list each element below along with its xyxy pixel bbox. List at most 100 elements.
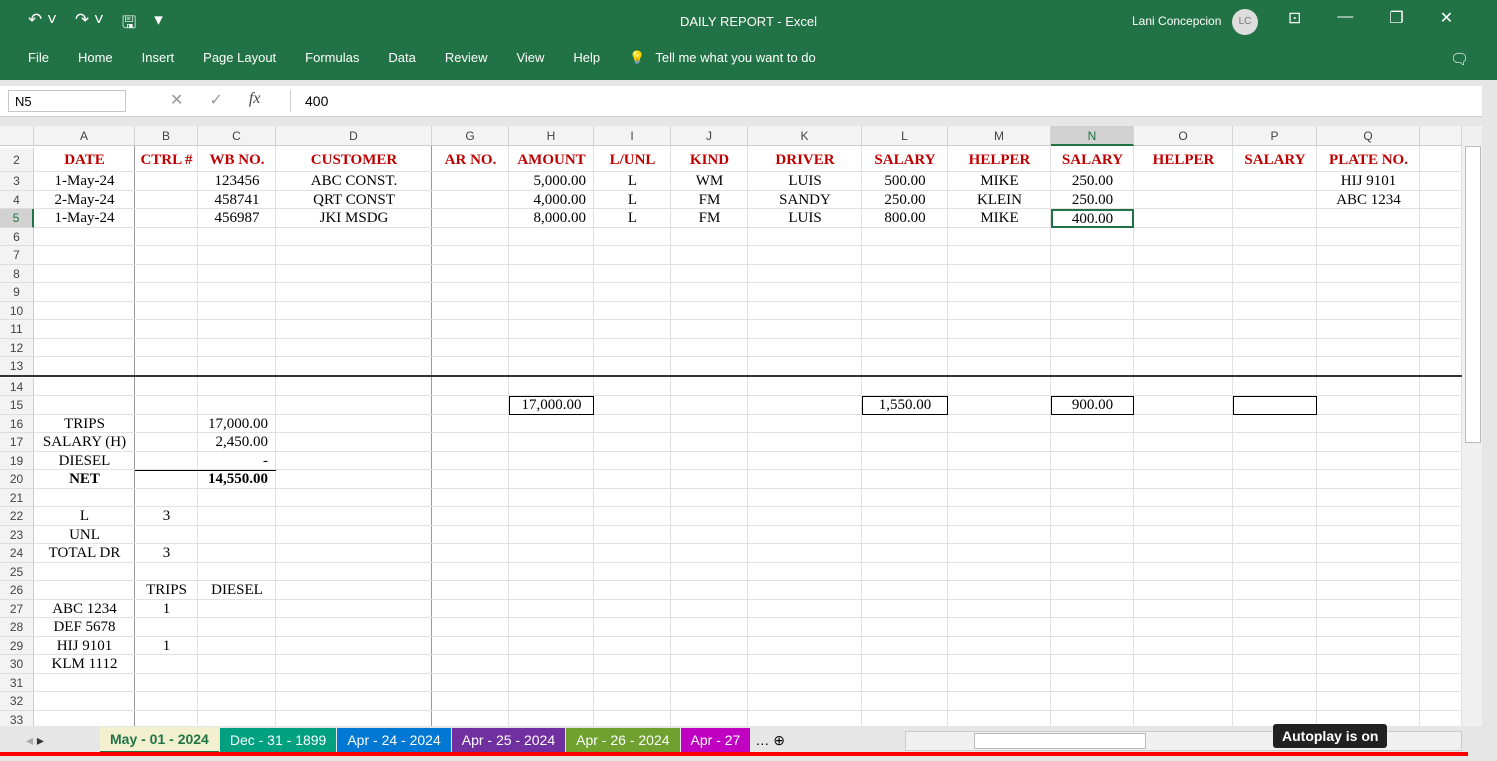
row-header[interactable]: 28 [0,618,34,637]
cell-H3[interactable]: 5,000.00 [509,172,594,191]
cell-H5[interactable]: 8,000.00 [509,209,594,228]
cell-N4[interactable]: 250.00 [1051,191,1134,210]
sheet-tab[interactable]: Apr - 27 [680,728,751,752]
menu-page-layout[interactable]: Page Layout [203,50,276,66]
close-icon[interactable]: ✕ [1440,8,1453,28]
cancel-icon[interactable]: ✕ [170,90,183,110]
column-header[interactable]: O [1134,126,1233,146]
row-header[interactable]: 4 [0,190,34,209]
menu-view[interactable]: View [516,50,544,66]
row-header[interactable]: 2 [0,148,34,172]
cell-B24[interactable]: 3 [135,544,198,563]
ribbon-display-icon[interactable]: ⊡ [1288,8,1301,28]
cell-J5[interactable]: FM [671,209,748,228]
column-header[interactable]: J [671,126,748,146]
cell-A17[interactable]: SALARY (H) [34,433,135,452]
tell-me-search[interactable]: Tell me what you want to do [655,50,815,66]
column-header[interactable]: K [748,126,862,146]
cell-L5[interactable]: 800.00 [862,209,948,228]
cell-A19[interactable]: DIESEL [34,452,135,471]
row-header[interactable]: 17 [0,433,34,452]
cell-A22[interactable]: L [34,507,135,526]
cell-A27[interactable]: ABC 1234 [34,600,135,619]
column-title[interactable]: HELPER [1134,148,1233,172]
minimize-icon[interactable]: — [1337,8,1353,28]
cell-Q3[interactable]: HIJ 9101 [1317,172,1420,191]
row-header[interactable]: 29 [0,636,34,655]
cell-A24[interactable]: TOTAL DR [34,544,135,563]
menu-insert[interactable]: Insert [142,50,175,66]
scroll-thumb[interactable] [1465,146,1481,443]
user-name[interactable]: Lani Concepcion [1132,14,1221,28]
column-header[interactable]: N [1051,126,1134,146]
column-header[interactable]: G [432,126,509,146]
menu-file[interactable]: File [28,50,49,66]
cell-H4[interactable]: 4,000.00 [509,191,594,210]
cell-B29[interactable]: 1 [135,637,198,656]
column-title[interactable]: HELPER [948,148,1051,172]
column-header[interactable]: H [509,126,594,146]
cell-C16[interactable]: 17,000.00 [198,415,276,434]
cell-N15[interactable]: 900.00 [1051,396,1134,415]
cell-N5[interactable]: 400.00 [1051,209,1134,228]
column-title[interactable]: PLATE NO. [1317,148,1420,172]
cell-A16[interactable]: TRIPS [34,415,135,434]
column-title[interactable]: AR NO. [432,148,509,172]
column-title[interactable]: SALARY [1233,148,1317,172]
row-header[interactable]: 27 [0,599,34,618]
row-header[interactable]: 10 [0,301,34,320]
sheet-tab[interactable]: May - 01 - 2024 [100,727,219,753]
row-header[interactable]: 15 [0,396,34,415]
menu-home[interactable]: Home [78,50,113,66]
cell-C19[interactable]: - [198,452,276,471]
cell-K3[interactable]: LUIS [748,172,862,191]
cell-P15[interactable] [1233,396,1317,415]
sheet-tab[interactable]: Apr - 24 - 2024 [337,728,451,752]
cell-J3[interactable]: WM [671,172,748,191]
row-header[interactable]: 14 [0,377,34,396]
restore-icon[interactable]: ❐ [1389,8,1403,28]
cell-Q4[interactable]: ABC 1234 [1317,191,1420,210]
column-header[interactable]: D [276,126,432,146]
cell-J4[interactable]: FM [671,191,748,210]
cell-I5[interactable]: L [594,209,671,228]
row-header[interactable]: 16 [0,414,34,433]
cell-B27[interactable]: 1 [135,600,198,619]
column-title[interactable]: SALARY [862,148,948,172]
row-header[interactable]: 3 [0,172,34,191]
cell-M3[interactable]: MIKE [948,172,1051,191]
column-title[interactable]: AMOUNT [509,148,594,172]
column-title[interactable]: DATE [34,148,135,172]
cell-H15[interactable]: 17,000.00 [509,396,594,415]
comment-icon[interactable]: 🗨 [1450,50,1469,68]
cell-D3[interactable]: ABC CONST. [276,172,432,191]
name-box[interactable]: N5 [8,90,126,112]
vertical-scrollbar[interactable] [1462,126,1482,726]
cell-M4[interactable]: KLEIN [948,191,1051,210]
column-header[interactable]: Q [1317,126,1420,146]
row-header[interactable]: 19 [0,451,34,470]
menu-formulas[interactable]: Formulas [305,50,359,66]
cell-A28[interactable]: DEF 5678 [34,618,135,637]
cell-K4[interactable]: SANDY [748,191,862,210]
menu-data[interactable]: Data [388,50,415,66]
cell-A29[interactable]: HIJ 9101 [34,637,135,656]
column-title[interactable]: L/UNL [594,148,671,172]
cell-C5[interactable]: 456987 [198,209,276,228]
cell-I3[interactable]: L [594,172,671,191]
row-header[interactable]: 12 [0,338,34,357]
select-all-corner[interactable] [0,126,34,146]
row-header[interactable]: 26 [0,581,34,600]
spreadsheet-grid[interactable]: A B C D G H I J K L M N O P Q 2 3 4 5 6 7 8 9 10 11 12 13 14 15 16 17 1… [0,126,1462,726]
menu-review[interactable]: Review [445,50,488,66]
avatar[interactable]: LC [1232,9,1258,35]
cell-B22[interactable]: 3 [135,507,198,526]
column-header[interactable]: I [594,126,671,146]
row-header[interactable]: 7 [0,246,34,265]
cell-A20[interactable]: NET [34,470,135,489]
add-sheet-icon[interactable]: … ⊕ [755,732,785,749]
scroll-thumb[interactable] [974,733,1146,749]
cell-A23[interactable]: UNL [34,526,135,545]
row-header[interactable]: 31 [0,673,34,692]
row-header[interactable]: 21 [0,488,34,507]
